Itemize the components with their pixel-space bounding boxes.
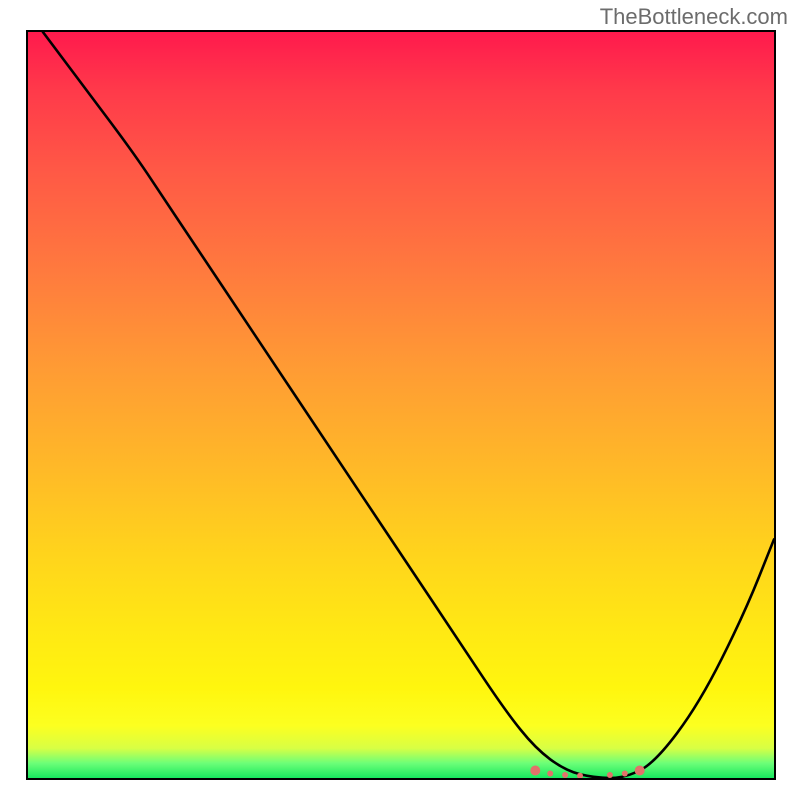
valley-marker (562, 772, 568, 778)
valley-marker (635, 766, 645, 776)
curve-layer (43, 32, 774, 778)
valley-marker (607, 772, 613, 778)
plot-area (26, 30, 776, 780)
valley-marker (547, 771, 553, 777)
valley-marker (530, 766, 540, 776)
curve-svg (28, 32, 774, 778)
valley-marker (622, 771, 628, 777)
bottleneck-curve (43, 32, 774, 778)
watermark-text: TheBottleneck.com (600, 4, 788, 30)
chart-container: TheBottleneck.com (0, 0, 800, 800)
